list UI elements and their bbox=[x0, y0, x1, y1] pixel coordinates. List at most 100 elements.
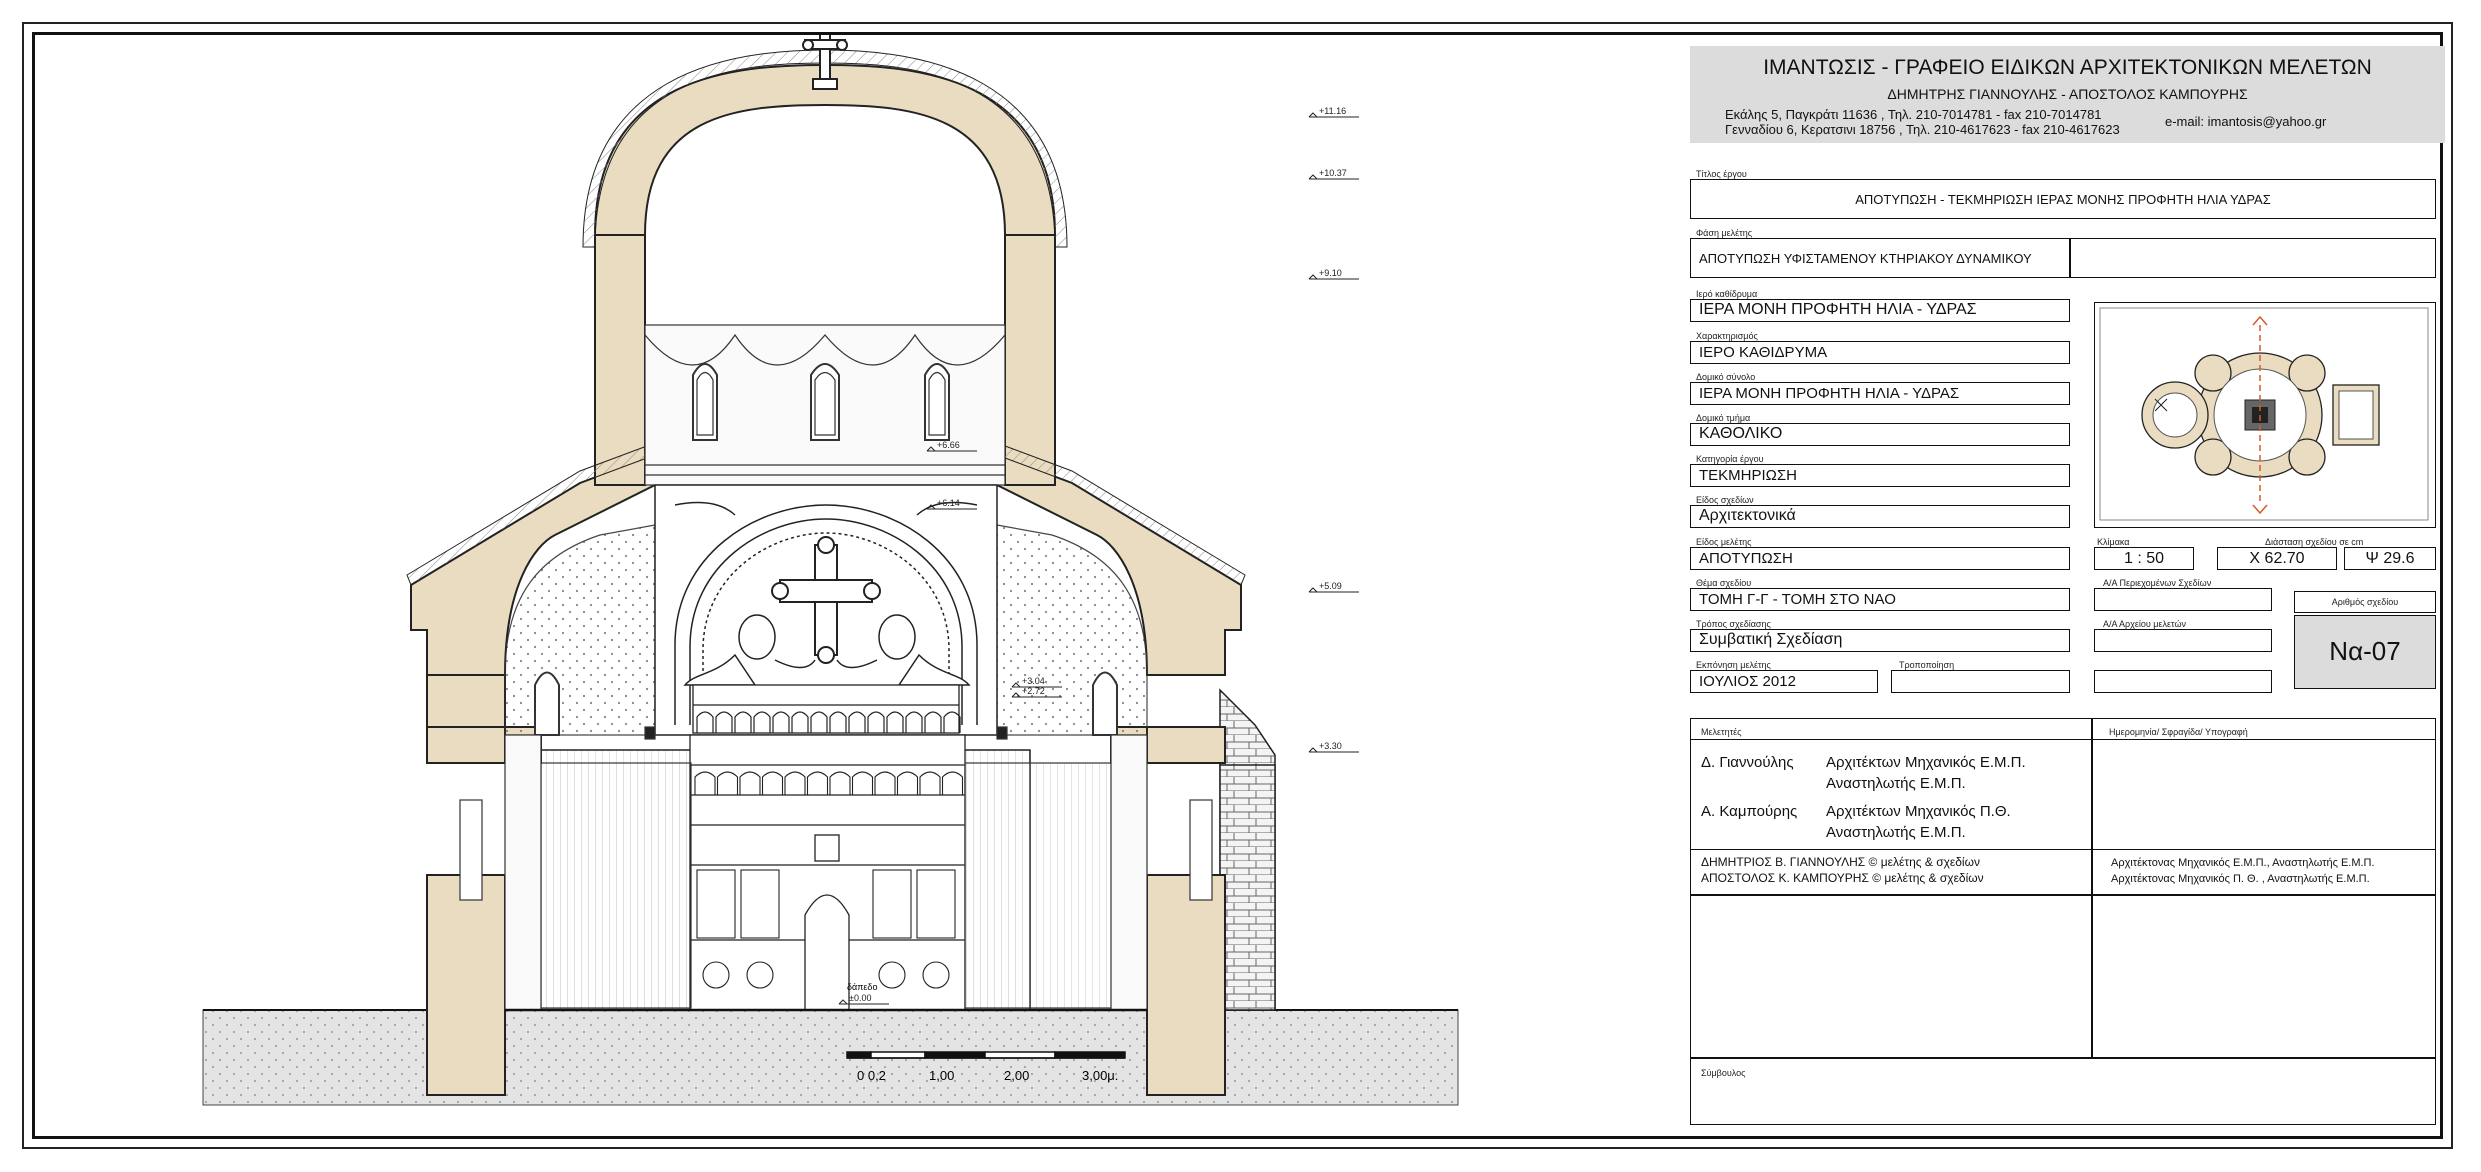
elevation-label: +3.30 bbox=[1319, 741, 1342, 751]
copyright-2-role: Αρχιτέκτονας Μηχανικός Π. Θ. , Αναστηλωτ… bbox=[2111, 873, 2370, 885]
sheet-dim-label: Διάσταση σχεδίου σε cm bbox=[2265, 537, 2364, 547]
floor-note: δάπεδο bbox=[847, 982, 877, 992]
complex-label: Δομικό σύνολο bbox=[1696, 372, 1756, 382]
elevation-label: +3.04 bbox=[1022, 676, 1045, 686]
designers-box: Μελετητές Ημερομηνία/ Σφραγίδα/ Υπογραφή… bbox=[1690, 718, 2436, 896]
copyright-rule bbox=[1691, 849, 2435, 850]
key-plan-box bbox=[2094, 302, 2436, 528]
character-box: ΙΕΡΟ ΚΑΘΙΔΡΥΜΑ bbox=[1690, 341, 2070, 364]
part-label: Δομικό τμήμα bbox=[1696, 413, 1751, 423]
complex: ΙΕΡΑ ΜΟΝΗ ΠΡΟΦΗΤΗ ΗΛΙΑ - ΥΔΡΑΣ bbox=[1699, 385, 1960, 402]
character-label: Χαρακτηρισμός bbox=[1696, 331, 1758, 341]
scale-field-label: Κλίμακα bbox=[2097, 537, 2130, 547]
icon-panel bbox=[740, 869, 780, 939]
section-drawing: +11.16 +10.37 +9.10 +6.66 +6.14 +5.09 +3.04+2.… bbox=[202, 35, 1459, 1106]
drawing-type: Αρχιτεκτονικά bbox=[1699, 507, 1796, 524]
dim-x: X 62.70 bbox=[2249, 550, 2305, 567]
designer-1-role-2: Αναστηλωτής Ε.Μ.Π. bbox=[1826, 775, 1966, 792]
key-plan bbox=[2099, 307, 2429, 521]
designer-2-role-2: Αναστηλωτής Ε.Μ.Π. bbox=[1826, 824, 1966, 841]
project-title: ΑΠΟΤΥΠΩΣΗ - ΤΕΚΜΗΡΙΩΣΗ ΙΕΡΑΣ ΜΟΝΗΣ ΠΡΟΦΗ… bbox=[1855, 192, 2271, 207]
revision-label: Τροποποίηση bbox=[1899, 660, 1955, 670]
elevation-label: +5.09 bbox=[1319, 581, 1342, 591]
elevation-label: +2.72 bbox=[1022, 686, 1045, 696]
archive-box bbox=[2094, 629, 2272, 652]
designer-1-name: Δ. Γιαννούλης bbox=[1701, 754, 1794, 771]
designers-divider bbox=[2091, 719, 2093, 895]
empty-stamp-box bbox=[1690, 894, 2436, 1059]
sign-label: Ημερομηνία/ Σφραγίδα/ Υπογραφή bbox=[2109, 727, 2248, 737]
drawing-no-box: Να-07 bbox=[2294, 615, 2436, 689]
designer-1-role-1: Αρχιτέκτων Μηχανικός Ε.Μ.Π. bbox=[1826, 754, 2026, 771]
project-title-box: ΑΠΟΤΥΠΩΣΗ - ΤΕΚΜΗΡΙΩΣΗ ΙΕΡΑΣ ΜΟΝΗΣ ΠΡΟΦΗ… bbox=[1690, 179, 2436, 219]
drawing-type-box: Αρχιτεκτονικά bbox=[1690, 505, 2070, 528]
elevation-label: +10.37 bbox=[1319, 168, 1347, 178]
phase: ΑΠΟΤΥΠΩΣΗ ΥΦΙΣΤΑΜΕΝΟΥ ΚΤΗΡΙΑΚΟΥ ΔΥΝΑΜΙΚΟ… bbox=[1699, 251, 2032, 266]
category-label: Κατηγορία έργου bbox=[1696, 454, 1764, 464]
dim-x-box: X 62.70 bbox=[2217, 547, 2337, 570]
elevation-label: +11.16 bbox=[1319, 106, 1346, 116]
dim-y-box: Ψ 29.6 bbox=[2344, 547, 2436, 570]
drawing-no: Να-07 bbox=[2329, 636, 2401, 666]
included-box bbox=[2094, 588, 2272, 611]
foundation-box: ΙΕΡΑ ΜΟΝΗ ΠΡΟΦΗΤΗ ΗΛΙΑ - ΥΔΡΑΣ bbox=[1690, 299, 2070, 322]
date-box: ΙΟΥΛΙΟΣ 2012 bbox=[1690, 670, 1878, 693]
method-box: Συμβατική Σχεδίαση bbox=[1690, 629, 2070, 652]
study-type-box: ΑΠΟΤΥΠΩΣΗ bbox=[1690, 547, 2070, 570]
drum-interior bbox=[644, 324, 1006, 486]
elevation-triangle bbox=[1308, 112, 1318, 118]
scale-bar bbox=[846, 1051, 1126, 1059]
scale-label-1: 1,00 bbox=[929, 1068, 954, 1083]
elevation-triangle bbox=[1308, 747, 1318, 753]
phase-box: ΑΠΟΤΥΠΩΣΗ ΥΦΙΣΤΑΜΕΝΟΥ ΚΤΗΡΙΑΚΟΥ ΔΥΝΑΜΙΚΟ… bbox=[1690, 238, 2436, 278]
scale: 1 : 50 bbox=[2123, 550, 2165, 567]
icon-panel bbox=[872, 869, 912, 939]
subject-label: Θέμα σχεδίου bbox=[1696, 578, 1752, 588]
method-label: Τρόπος σχεδίασης bbox=[1696, 619, 1771, 629]
copyright-1-role: Αρχιτέκτονας Μηχανικός Ε.Μ.Π., Αναστηλωτ… bbox=[2111, 857, 2375, 869]
elevation-label: +6.14 bbox=[937, 498, 960, 508]
designer-2-name: Α. Καμπούρης bbox=[1701, 803, 1798, 820]
extra-box bbox=[2094, 670, 2272, 693]
phase-divider bbox=[2069, 239, 2071, 277]
included-label: Α/Α Περιεχομένων Σχεδίων bbox=[2103, 578, 2212, 588]
icon-panel bbox=[916, 869, 956, 939]
complex-box: ΙΕΡΑ ΜΟΝΗ ΠΡΟΦΗΤΗ ΗΛΙΑ - ΥΔΡΑΣ bbox=[1690, 382, 2070, 405]
subject-box: ΤΟΜΗ Γ-Γ - ΤΟΜΗ ΣΤΟ ΝΑΟ bbox=[1690, 588, 2070, 611]
office-partners: ΔΗΜΗΤΡΗΣ ΓΙΑΝΝΟΥΛΗΣ - ΑΠΟΣΤΟΛΟΣ ΚΑΜΠΟΥΡΗ… bbox=[1887, 86, 2248, 102]
elevation-label: +9.10 bbox=[1319, 268, 1342, 278]
project-title-label: Τίτλος έργου bbox=[1696, 169, 1747, 179]
advisor-box: Σύμβουλος bbox=[1690, 1057, 2436, 1125]
dim-y: Ψ 29.6 bbox=[2365, 550, 2415, 567]
scale-label-3: 3,00μ. bbox=[1082, 1068, 1118, 1083]
archive-label: Α/Α Αρχείου μελετών bbox=[2103, 619, 2186, 629]
copyright-2: ΑΠΟΣΤΟΛΟΣ Κ. ΚΑΜΠΟΥΡΗΣ © μελέτης & σχεδί… bbox=[1701, 871, 1984, 885]
drawing-type-label: Είδος σχεδίων bbox=[1696, 495, 1754, 505]
revision-box bbox=[1891, 670, 2070, 693]
method: Συμβατική Σχεδίαση bbox=[1699, 631, 1843, 648]
copyright-1: ΔΗΜΗΤΡΙΟΣ Β. ΓΙΑΝΝΟΥΛΗΣ © μελέτης & σχεδ… bbox=[1701, 855, 1980, 869]
category: ΤΕΚΜΗΡΙΩΣΗ bbox=[1699, 467, 1797, 484]
office-address-1: Εκάλης 5, Παγκράτι 11636 , Τηλ. 210-7014… bbox=[1725, 107, 2102, 122]
stamp-divider bbox=[2091, 895, 2093, 1058]
elevation-label: ±0.00 bbox=[849, 993, 871, 1003]
ground bbox=[202, 1009, 1459, 1106]
elevation-triangle bbox=[1308, 587, 1318, 593]
drawing-no-label-box: Αριθμός σχεδίου bbox=[2294, 591, 2436, 613]
designers-label: Μελετητές bbox=[1701, 727, 1742, 737]
office-email: e-mail: imantosis@yahoo.gr bbox=[2165, 114, 2327, 129]
study-type: ΑΠΟΤΥΠΩΣΗ bbox=[1699, 550, 1793, 567]
scale-label-2: 2,00 bbox=[1004, 1068, 1029, 1083]
phase-label: Φάση μελέτης bbox=[1696, 228, 1753, 238]
office-name: ΙΜΑΝΤΩΣΙΣ - ΓΡΑΦΕΙΟ ΕΙΔΙΚΩΝ ΑΡΧΙΤΕΚΤΟΝΙΚ… bbox=[1763, 56, 2372, 79]
scale-label-0: 0 0,2 bbox=[857, 1068, 886, 1083]
elevation-triangle bbox=[1308, 274, 1318, 280]
designer-2-role-1: Αρχιτέκτων Μηχανικός Π.Θ. bbox=[1826, 803, 2011, 820]
advisor-label: Σύμβουλος bbox=[1701, 1068, 1746, 1078]
designers-rule bbox=[1691, 739, 2435, 740]
icon-panel bbox=[696, 869, 736, 939]
office-header: ΙΜΑΝΤΩΣΙΣ - ΓΡΑΦΕΙΟ ΕΙΔΙΚΩΝ ΑΡΧΙΤΕΚΤΟΝΙΚ… bbox=[1690, 46, 2445, 143]
foundation-label: Ιερό καθίδρυμα bbox=[1696, 289, 1758, 299]
stone-annex bbox=[1219, 688, 1276, 1011]
foundation: ΙΕΡΑ ΜΟΝΗ ΠΡΟΦΗΤΗ ΗΛΙΑ - ΥΔΡΑΣ bbox=[1699, 301, 1977, 318]
